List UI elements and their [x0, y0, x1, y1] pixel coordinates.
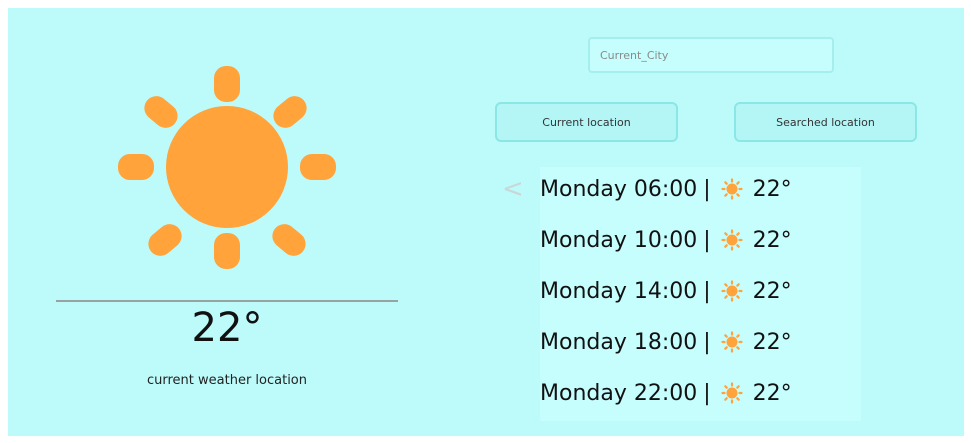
separator: |	[703, 227, 711, 253]
forecast-row: Monday 10:00 | 22°	[540, 220, 861, 260]
current-temperature: 22°	[191, 305, 263, 351]
forecast-list: Monday 06:00 | 22° Monday 10:00 | 22° Mo…	[540, 167, 861, 421]
separator: |	[703, 278, 711, 304]
forecast-row: Monday 18:00 | 22°	[540, 322, 861, 362]
searched-location-button[interactable]: Searched location	[734, 102, 917, 142]
location-label: current weather location	[146, 373, 308, 388]
forecast-temp: 22°	[752, 329, 792, 355]
current-location-button[interactable]: Current location	[495, 102, 678, 142]
forecast-row: Monday 14:00 | 22°	[540, 271, 861, 311]
forecast-time: Monday 10:00	[540, 227, 698, 253]
divider	[56, 300, 398, 302]
separator: |	[703, 176, 711, 202]
city-search-input[interactable]	[588, 37, 834, 73]
sun-icon	[721, 229, 743, 251]
forecast-temp: 22°	[752, 227, 792, 253]
chevron-left-icon[interactable]: <	[502, 174, 524, 204]
forecast-time: Monday 06:00	[540, 176, 698, 202]
sun-icon	[721, 331, 743, 353]
forecast-temp: 22°	[752, 176, 792, 202]
forecast-temp: 22°	[752, 278, 792, 304]
separator: |	[703, 329, 711, 355]
forecast-temp: 22°	[752, 380, 792, 406]
sun-icon	[721, 382, 743, 404]
forecast-row: Monday 06:00 | 22°	[540, 169, 861, 209]
sun-icon	[721, 178, 743, 200]
sun-icon	[721, 280, 743, 302]
forecast-row: Monday 22:00 | 22°	[540, 373, 861, 413]
forecast-time: Monday 18:00	[540, 329, 698, 355]
separator: |	[703, 380, 711, 406]
forecast-time: Monday 22:00	[540, 380, 698, 406]
forecast-time: Monday 14:00	[540, 278, 698, 304]
